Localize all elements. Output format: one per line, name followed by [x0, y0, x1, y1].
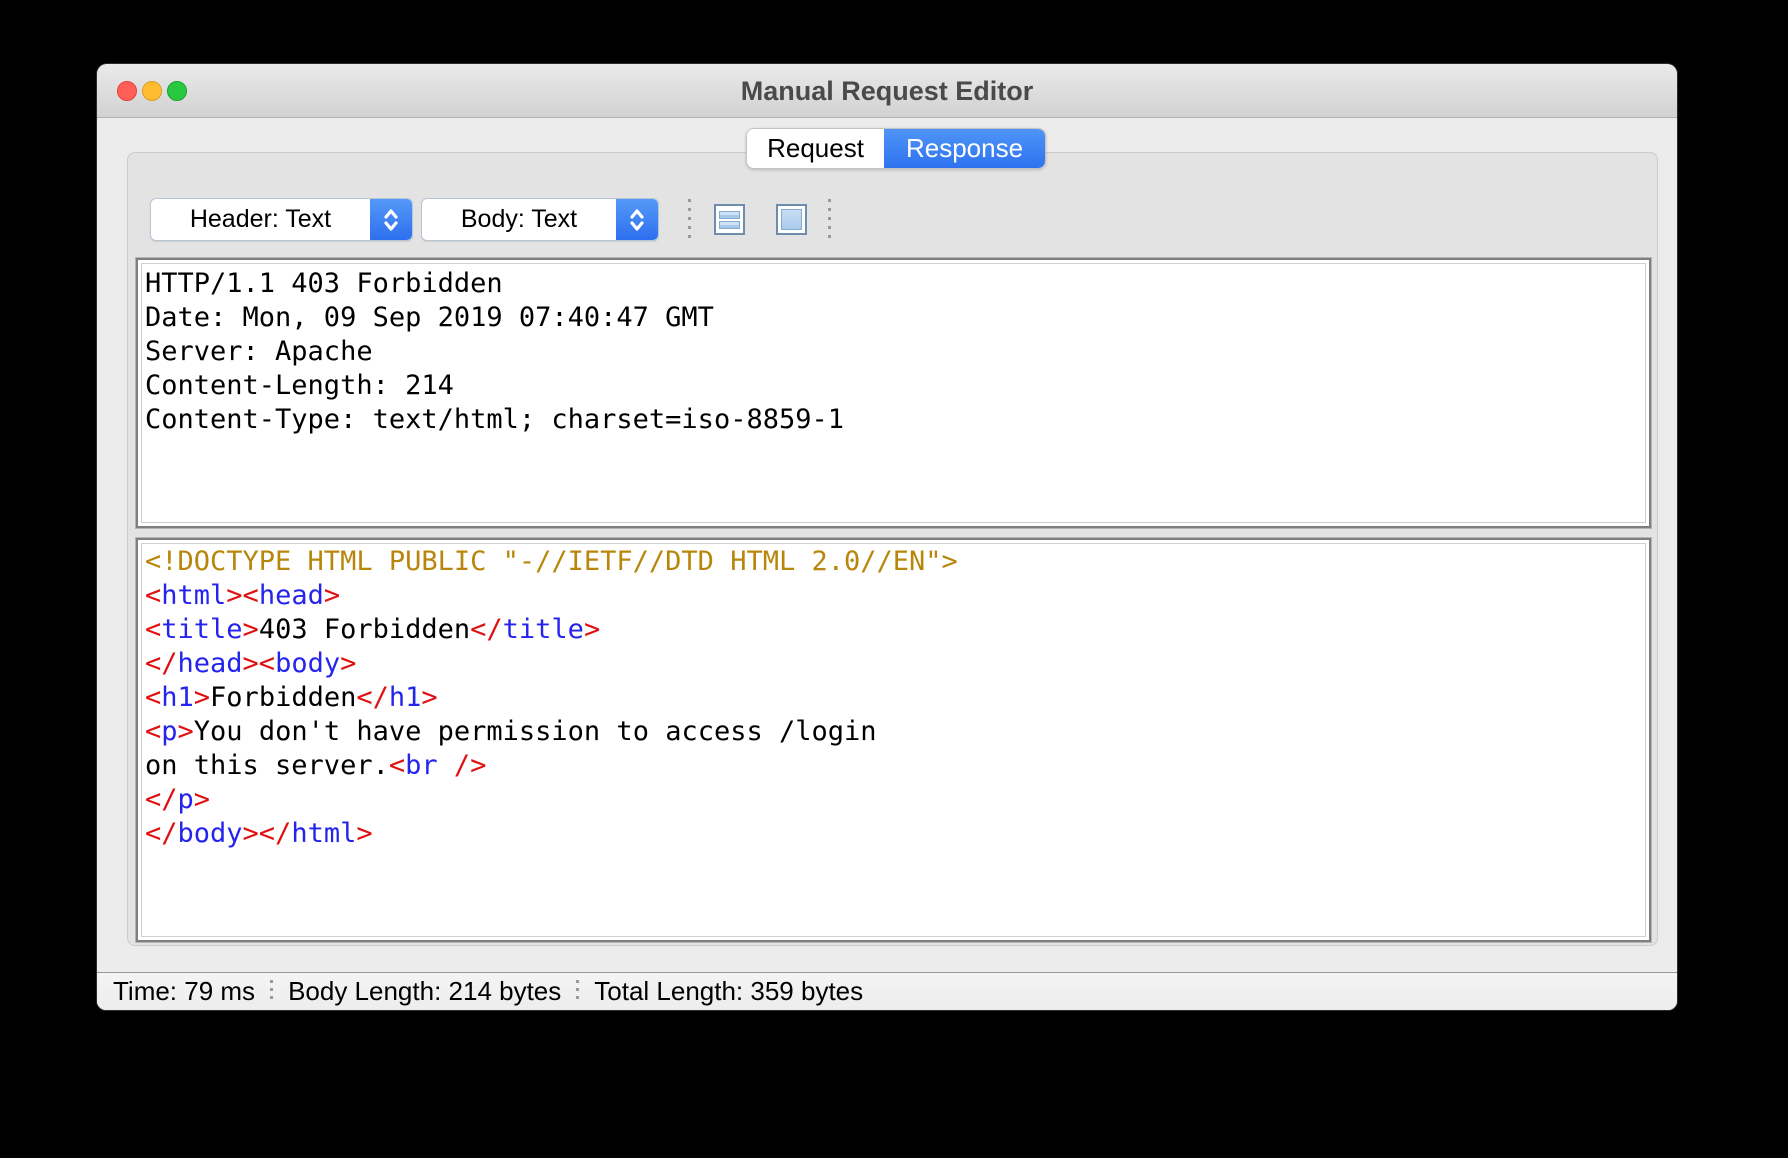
code-line: <!DOCTYPE HTML PUBLIC "-//IETF//DTD HTML… — [145, 545, 1643, 579]
tab-response[interactable]: Response — [884, 129, 1045, 168]
response-headers-textarea[interactable]: HTTP/1.1 403 Forbidden Date: Mon, 09 Sep… — [136, 258, 1651, 528]
code-line: <title>403 Forbidden</title> — [145, 613, 1643, 647]
split-horizontal-icon — [719, 211, 740, 219]
status-bar: Time: 79 ms Body Length: 214 bytes Total… — [97, 972, 1677, 1010]
single-pane-icon — [781, 209, 802, 230]
dropdown-chevrons-icon — [616, 199, 658, 240]
response-headers-text: HTTP/1.1 403 Forbidden Date: Mon, 09 Sep… — [138, 260, 1649, 437]
header-view-dropdown[interactable]: Header: Text — [150, 198, 413, 241]
desktop: { "titlebar": { "title": "Manual Request… — [0, 0, 1788, 1158]
code-line: <h1>Forbidden</h1> — [145, 681, 1643, 715]
code-line: <p>You don't have permission to access /… — [145, 715, 1643, 749]
status-time: Time: 79 ms — [113, 976, 255, 1007]
tab-response-label: Response — [906, 133, 1023, 164]
code-line: on this server.<br /> — [145, 749, 1643, 783]
request-response-segmented-control: Request Response — [746, 128, 1046, 169]
code-line: </body></html> — [145, 817, 1643, 851]
dropdown-chevrons-icon — [370, 199, 412, 240]
status-separator — [576, 980, 579, 1004]
code-line: </head><body> — [145, 647, 1643, 681]
response-panel: Header: Text Body: Text HTTP/1.1 403 For… — [127, 152, 1658, 946]
tab-request-label: Request — [767, 133, 864, 164]
status-separator — [270, 980, 273, 1004]
header-view-dropdown-label: Header: Text — [151, 205, 370, 234]
code-line: <html><head> — [145, 579, 1643, 613]
toolbar-separator — [828, 199, 831, 241]
tab-request[interactable]: Request — [747, 129, 884, 168]
split-pane-layout-button[interactable] — [714, 204, 745, 235]
status-total-length: Total Length: 359 bytes — [594, 976, 863, 1007]
body-view-dropdown[interactable]: Body: Text — [421, 198, 659, 241]
response-body-textarea[interactable]: <!DOCTYPE HTML PUBLIC "-//IETF//DTD HTML… — [136, 538, 1651, 942]
code-line: </p> — [145, 783, 1643, 817]
response-body-code: <!DOCTYPE HTML PUBLIC "-//IETF//DTD HTML… — [138, 540, 1649, 851]
titlebar[interactable]: Manual Request Editor — [97, 64, 1677, 118]
body-view-dropdown-label: Body: Text — [422, 205, 616, 234]
manual-request-editor-window: Manual Request Editor Request Response H… — [97, 64, 1677, 1010]
single-pane-layout-button[interactable] — [776, 204, 807, 235]
toolbar-separator — [688, 199, 691, 241]
status-body-length: Body Length: 214 bytes — [288, 976, 561, 1007]
window-title: Manual Request Editor — [97, 64, 1677, 118]
